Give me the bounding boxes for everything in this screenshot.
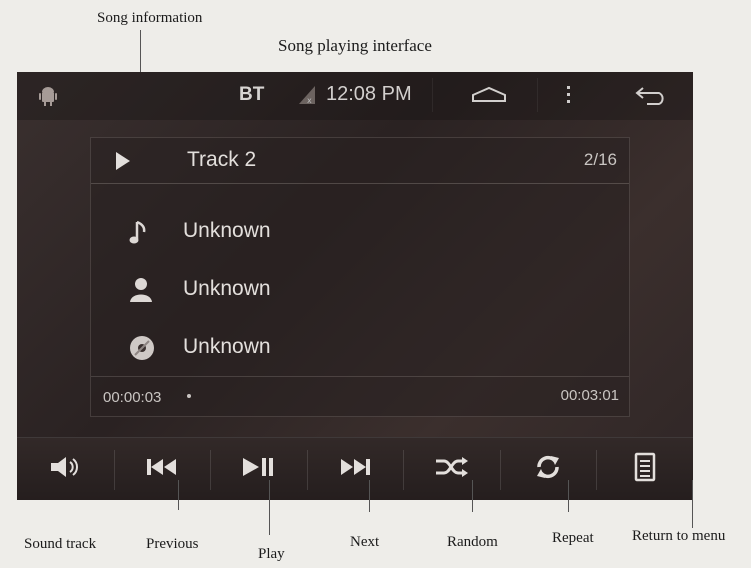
list-menu-icon	[634, 452, 656, 487]
music-note-icon	[129, 219, 151, 252]
repeat-caption: Repeat	[552, 530, 594, 546]
play-leader	[269, 480, 270, 535]
bluetooth-label: BT	[239, 84, 265, 105]
interface-title-caption: Song playing interface	[278, 36, 432, 55]
song-information-leader	[140, 30, 141, 78]
repeat-icon	[534, 453, 562, 486]
album-row: Unknown	[91, 329, 629, 373]
artist-row: Unknown	[91, 271, 629, 315]
random-button[interactable]	[403, 438, 500, 500]
play-indicator-icon	[115, 151, 131, 176]
random-leader	[472, 480, 473, 512]
play-pause-icon	[241, 456, 275, 483]
person-icon	[129, 277, 153, 308]
track-row[interactable]: Track 2 2/16	[91, 138, 629, 184]
status-divider	[432, 78, 433, 112]
progress-indicator[interactable]	[187, 394, 191, 398]
device-screen: BT x 12:08 PM Track 2 2/16 Unknown Unkno…	[17, 72, 693, 500]
track-count: 2/16	[583, 150, 617, 169]
previous-icon	[145, 457, 179, 482]
repeat-button[interactable]	[499, 438, 597, 500]
song-information-caption: Song information	[97, 10, 203, 26]
sound-track-caption: Sound track	[24, 536, 97, 552]
progress-row[interactable]: 00:00:03 00:03:01	[91, 376, 629, 416]
artist-name: Unknown	[183, 277, 271, 300]
next-caption: Next	[350, 534, 380, 550]
next-leader	[369, 480, 370, 512]
disc-icon	[129, 335, 155, 366]
control-bar	[17, 437, 693, 500]
elapsed-time: 00:00:03	[103, 389, 162, 406]
svg-text:x: x	[307, 96, 312, 105]
song-title: Unknown	[183, 219, 271, 242]
return-to-menu-leader	[692, 480, 693, 528]
menu-dots-icon[interactable]	[566, 84, 572, 111]
status-bar: BT x 12:08 PM	[17, 72, 693, 120]
status-clock: 12:08 PM	[326, 83, 412, 105]
back-icon[interactable]	[633, 84, 669, 111]
next-icon	[338, 457, 372, 482]
sound-track-button[interactable]	[17, 438, 114, 500]
previous-button[interactable]	[113, 438, 211, 500]
previous-caption: Previous	[146, 536, 199, 552]
song-info-panel: Track 2 2/16 Unknown Unknown Unknown 00:…	[90, 137, 630, 417]
random-caption: Random	[447, 534, 498, 550]
song-title-row: Unknown	[91, 213, 629, 257]
return-to-menu-caption: Return to menu	[632, 528, 726, 544]
previous-leader	[178, 480, 179, 510]
status-divider	[537, 78, 538, 112]
next-button[interactable]	[306, 438, 404, 500]
speaker-icon	[49, 455, 81, 484]
android-icon	[39, 86, 57, 111]
return-to-menu-button[interactable]	[596, 438, 693, 500]
signal-icon: x	[297, 84, 317, 111]
play-caption: Play	[258, 546, 285, 562]
total-time: 00:03:01	[560, 387, 619, 404]
play-pause-button[interactable]	[210, 438, 307, 500]
repeat-leader	[568, 480, 569, 512]
track-name: Track 2	[187, 148, 257, 171]
album-name: Unknown	[183, 335, 271, 358]
shuffle-icon	[434, 456, 470, 483]
home-icon[interactable]	[469, 85, 509, 110]
